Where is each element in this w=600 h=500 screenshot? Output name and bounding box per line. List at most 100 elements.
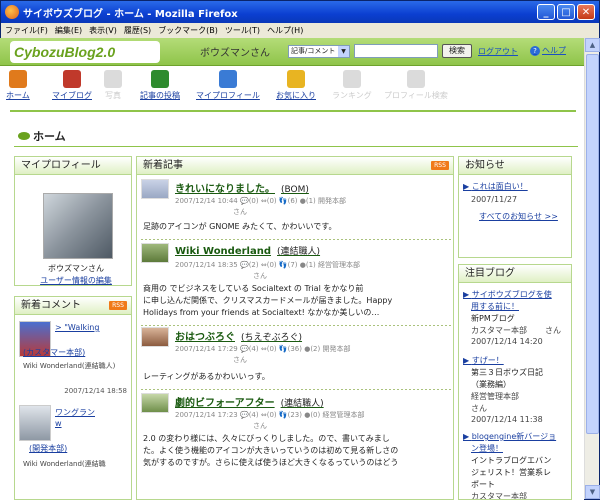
page-title-text: ホーム (33, 130, 66, 143)
trackback-count: (0) (266, 345, 277, 353)
leaf-icon (18, 132, 30, 140)
comments-box: 新着コメント RSS > "Walking (カスタマー本部) Wiki Wond… (14, 296, 132, 500)
featured-suffix: さん (471, 404, 487, 413)
blog-icon (63, 70, 81, 88)
footprint-count: (7) (287, 261, 298, 269)
search-scope-value: 記事/コメント (291, 47, 336, 55)
nav-favorites[interactable]: お気に入り (276, 70, 316, 101)
comment-count: (4) (248, 411, 259, 419)
nav-label: お気に入り (276, 91, 316, 100)
post-title: おはつぶろぐ (175, 332, 235, 343)
news-item-link[interactable]: ▶ これは面白い！ (463, 181, 528, 192)
scroll-down-icon[interactable]: ▼ (585, 485, 600, 499)
posts-box: 新着記事 RSS きれいになりました。 (BOM) 2007/12/14 10:44… (136, 156, 454, 500)
search-input[interactable] (354, 44, 438, 58)
home-icon (8, 70, 27, 88)
menu-bookmarks[interactable]: ブックマーク(B) (158, 25, 218, 36)
comment-title[interactable]: ワングラン (55, 407, 95, 418)
nav-post-article[interactable]: 記事の投稿 (140, 70, 180, 101)
post-title-link[interactable]: Wiki Wonderland (連結職人) (175, 244, 320, 257)
rating-count: (1) (305, 197, 316, 205)
post-author: (ちえぞぶろぐ) (241, 333, 303, 343)
minimize-button[interactable]: _ (537, 4, 555, 20)
footprint-count: (6) (287, 197, 298, 205)
featured-title-link[interactable]: ▶ すげー！ (463, 355, 504, 366)
nav-my-blog[interactable]: マイブログ (52, 70, 92, 101)
maximize-button[interactable]: □ (557, 4, 575, 20)
featured-title-cont[interactable]: ン登場！ (471, 443, 503, 454)
edit-profile-link[interactable]: ユーザー情報の編集 (15, 275, 131, 285)
nav-profile-search: プロフィール検索 (384, 70, 448, 101)
post-meta: 2007/12/14 10:44 💬(0) ⇔(0) 👣(6) ●(1) 開発本… (175, 197, 347, 205)
post-body-line: Holidays from your friends at Socialtext… (143, 308, 380, 317)
post-divider (141, 389, 451, 390)
nav-my-profile[interactable]: マイプロフィール (196, 70, 260, 101)
post-suffix: さん (253, 422, 267, 430)
vertical-scrollbar[interactable]: ▲ ▼ (584, 38, 600, 499)
title-bar: サイボウズブログ - ホーム - Mozilla Firefox _ □ ✕ (1, 1, 599, 23)
post-author: (連結職人) (277, 247, 321, 257)
nav-label: マイプロフィール (196, 91, 260, 100)
all-news-link[interactable]: すべてのお知らせ >> (479, 211, 558, 222)
post-body-line: 足跡のアイコンが GNOME みたくて、かわいいです。 (143, 222, 337, 231)
nav-label: ランキング (332, 91, 372, 100)
menu-bar: ファイル(F) 編集(E) 表示(V) 履歴(S) ブックマーク(B) ツール(… (1, 23, 599, 39)
main-nav: ホーム マイブログ 写真 記事の投稿 マイプロフィール お気に入り ランキング … (0, 68, 584, 112)
menu-history[interactable]: 履歴(S) (124, 25, 151, 36)
post-divider (141, 325, 451, 326)
comment-title-cont[interactable]: w (55, 419, 62, 428)
post-meta: 2007/12/14 17:23 💬(4) ⇔(0) 👣(23) ●(0) 経営… (175, 411, 365, 419)
nav-label: ホーム (6, 91, 30, 100)
menu-view[interactable]: 表示(V) (89, 25, 117, 36)
nav-ranking: ランキング (332, 70, 372, 101)
post-date: 2007/12/14 18:35 (175, 261, 238, 269)
footprint-count: (23) (287, 411, 302, 419)
post-body-line: 商用の でビジネスをしている Socialtext の Trial をかなり前 (143, 284, 364, 293)
photo-icon (104, 70, 122, 88)
rss-icon[interactable]: RSS (431, 161, 449, 170)
logout-link[interactable]: ログアウト (478, 46, 518, 57)
featured-title: サイボウズブログを使 (471, 290, 552, 299)
rss-icon[interactable]: RSS (109, 301, 127, 310)
featured-blog-cont: ポート (471, 480, 495, 489)
post-title: Wiki Wonderland (175, 246, 272, 257)
close-button[interactable]: ✕ (577, 4, 595, 20)
comment-author[interactable]: (開発本部) (29, 443, 67, 454)
featured-title-cont[interactable]: 用する前に！ (471, 301, 519, 312)
help-link[interactable]: ? ヘルプ (530, 45, 566, 56)
nav-label: マイブログ (52, 91, 92, 100)
post-title-link[interactable]: きれいになりました。 (BOM) (175, 180, 309, 195)
nav-label: 記事の投稿 (140, 91, 180, 100)
comments-heading: 新着コメント RSS (15, 297, 131, 315)
trackback-count: (0) (266, 261, 277, 269)
featured-dept: 経営管理本部 (471, 392, 519, 401)
menu-edit[interactable]: 編集(E) (55, 25, 82, 36)
nav-label: 写真 (105, 91, 121, 100)
comments-heading-text: 新着コメント (21, 300, 81, 311)
post-thumbnail (141, 327, 169, 347)
comment-author[interactable]: (カスタマー本部) (23, 347, 85, 358)
posts-heading: 新着記事 RSS (137, 157, 453, 175)
menu-file[interactable]: ファイル(F) (5, 25, 48, 36)
search-button[interactable]: 検索 (442, 44, 472, 58)
search-icon (406, 70, 425, 88)
featured-suffix: さん (545, 326, 561, 335)
featured-title-link[interactable]: ▶ サイボウズブログを使 (463, 289, 552, 300)
featured-title: blogengine新バージョ (471, 432, 557, 441)
scroll-up-icon[interactable]: ▲ (585, 38, 600, 52)
comment-title[interactable]: > "Walking (55, 323, 99, 332)
menu-tools[interactable]: ツール(T) (225, 25, 260, 36)
scroll-thumb[interactable] (586, 54, 599, 434)
search-scope-select[interactable]: 記事/コメント ▼ (288, 45, 350, 58)
post-body-line: レーティングがあるかわいいっす。 (143, 372, 270, 381)
menu-help[interactable]: ヘルプ(H) (267, 25, 303, 36)
star-icon (287, 70, 305, 88)
post-title-link[interactable]: 劇的ビフォーアフター (連結職人) (175, 394, 324, 409)
post-title-link[interactable]: おはつぶろぐ (ちえぞぶろぐ) (175, 328, 302, 343)
post-thumbnail (141, 393, 169, 413)
site-logo[interactable]: CybozuBlog2.0 (10, 41, 160, 63)
post-body-line: 2.0 の変わり様には、久々にびっくりしました。ので、書いてみまし (143, 434, 390, 443)
featured-title-link[interactable]: ▶ blogengine新バージョ (463, 431, 556, 442)
trackback-count: (0) (266, 197, 277, 205)
nav-home[interactable]: ホーム (6, 70, 30, 101)
